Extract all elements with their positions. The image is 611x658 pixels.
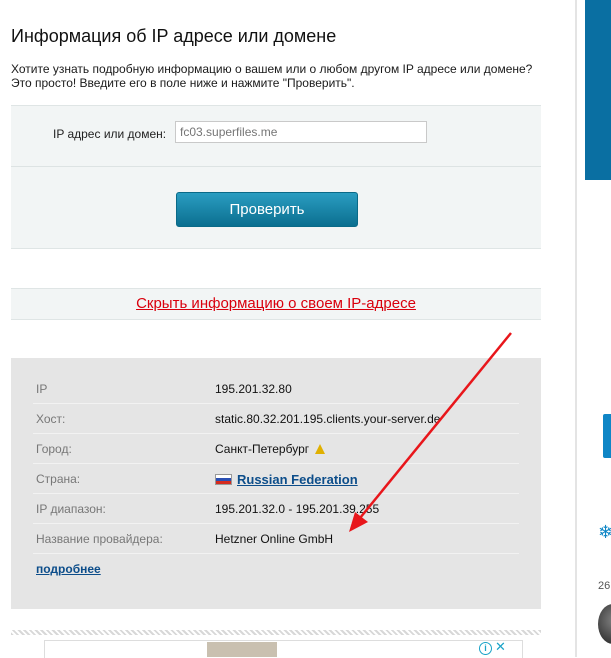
info-label: IP (36, 382, 48, 396)
divider-strip (11, 630, 541, 635)
info-label: Страна: (36, 472, 81, 486)
sidebar-count: 26 (598, 580, 611, 592)
sidebar-icon[interactable]: ❄ (598, 522, 611, 550)
form-divider (11, 166, 541, 167)
info-value-country: Russian Federation (215, 472, 358, 487)
city-name: Санкт-Петербург (215, 442, 310, 456)
ad-close-icon[interactable]: ✕ (495, 640, 506, 654)
hide-ip-section: Скрыть информацию о своем IP-адресе (11, 288, 541, 320)
ad-info-icon[interactable]: i (479, 642, 492, 655)
ip-info-panel: IP 195.201.32.80 Хост: static.80.32.201.… (11, 358, 541, 609)
info-row-country: Страна: Russian Federation (33, 463, 519, 494)
column-divider (575, 0, 577, 657)
sidebar-blue-panel[interactable] (585, 0, 611, 180)
russia-flag-icon (215, 474, 232, 485)
info-value: static.80.32.201.195.clients.your-server… (215, 412, 441, 426)
info-label: Хост: (36, 412, 66, 426)
ip-domain-label: IP адрес или домен: (53, 127, 167, 141)
info-value-city: Санкт-Петербург (215, 442, 326, 456)
intro-line-2: Это просто! Введите его в поле ниже и на… (11, 76, 355, 90)
info-label: Название провайдера: (36, 532, 163, 546)
more-details-link[interactable]: подробнее (36, 562, 101, 576)
info-value: Hetzner Online GmbH (215, 532, 334, 546)
lookup-form: IP адрес или домен: Проверить (11, 105, 541, 249)
info-value: 195.201.32.0 - 195.201.39.255 (215, 502, 380, 516)
ip-domain-input[interactable] (175, 121, 427, 143)
info-row-provider: Название провайдера: Hetzner Online GmbH (33, 523, 519, 554)
info-row-host: Хост: static.80.32.201.195.clients.your-… (33, 403, 519, 434)
country-link[interactable]: Russian Federation (237, 472, 358, 487)
info-row-range: IP диапазон: 195.201.32.0 - 195.201.39.2… (33, 493, 519, 524)
info-row-city: Город: Санкт-Петербург (33, 433, 519, 464)
ad-banner[interactable] (44, 640, 523, 658)
intro-line-1: Хотите узнать подробную информацию о ваш… (11, 62, 533, 76)
ad-image[interactable] (207, 642, 277, 657)
sidebar-tab[interactable] (603, 414, 611, 458)
info-row-ip: IP 195.201.32.80 (33, 373, 519, 404)
page-title: Информация об IP адресе или домене (11, 26, 337, 46)
info-label: Город: (36, 442, 72, 456)
check-button[interactable]: Проверить (176, 192, 358, 227)
info-label: IP диапазон: (36, 502, 106, 516)
hide-ip-info-link[interactable]: Скрыть информацию о своем IP-адресе (11, 295, 541, 312)
intro-text: Хотите узнать подробную информацию о ваш… (11, 62, 532, 90)
warning-icon (315, 444, 326, 454)
info-value: 195.201.32.80 (215, 382, 292, 396)
